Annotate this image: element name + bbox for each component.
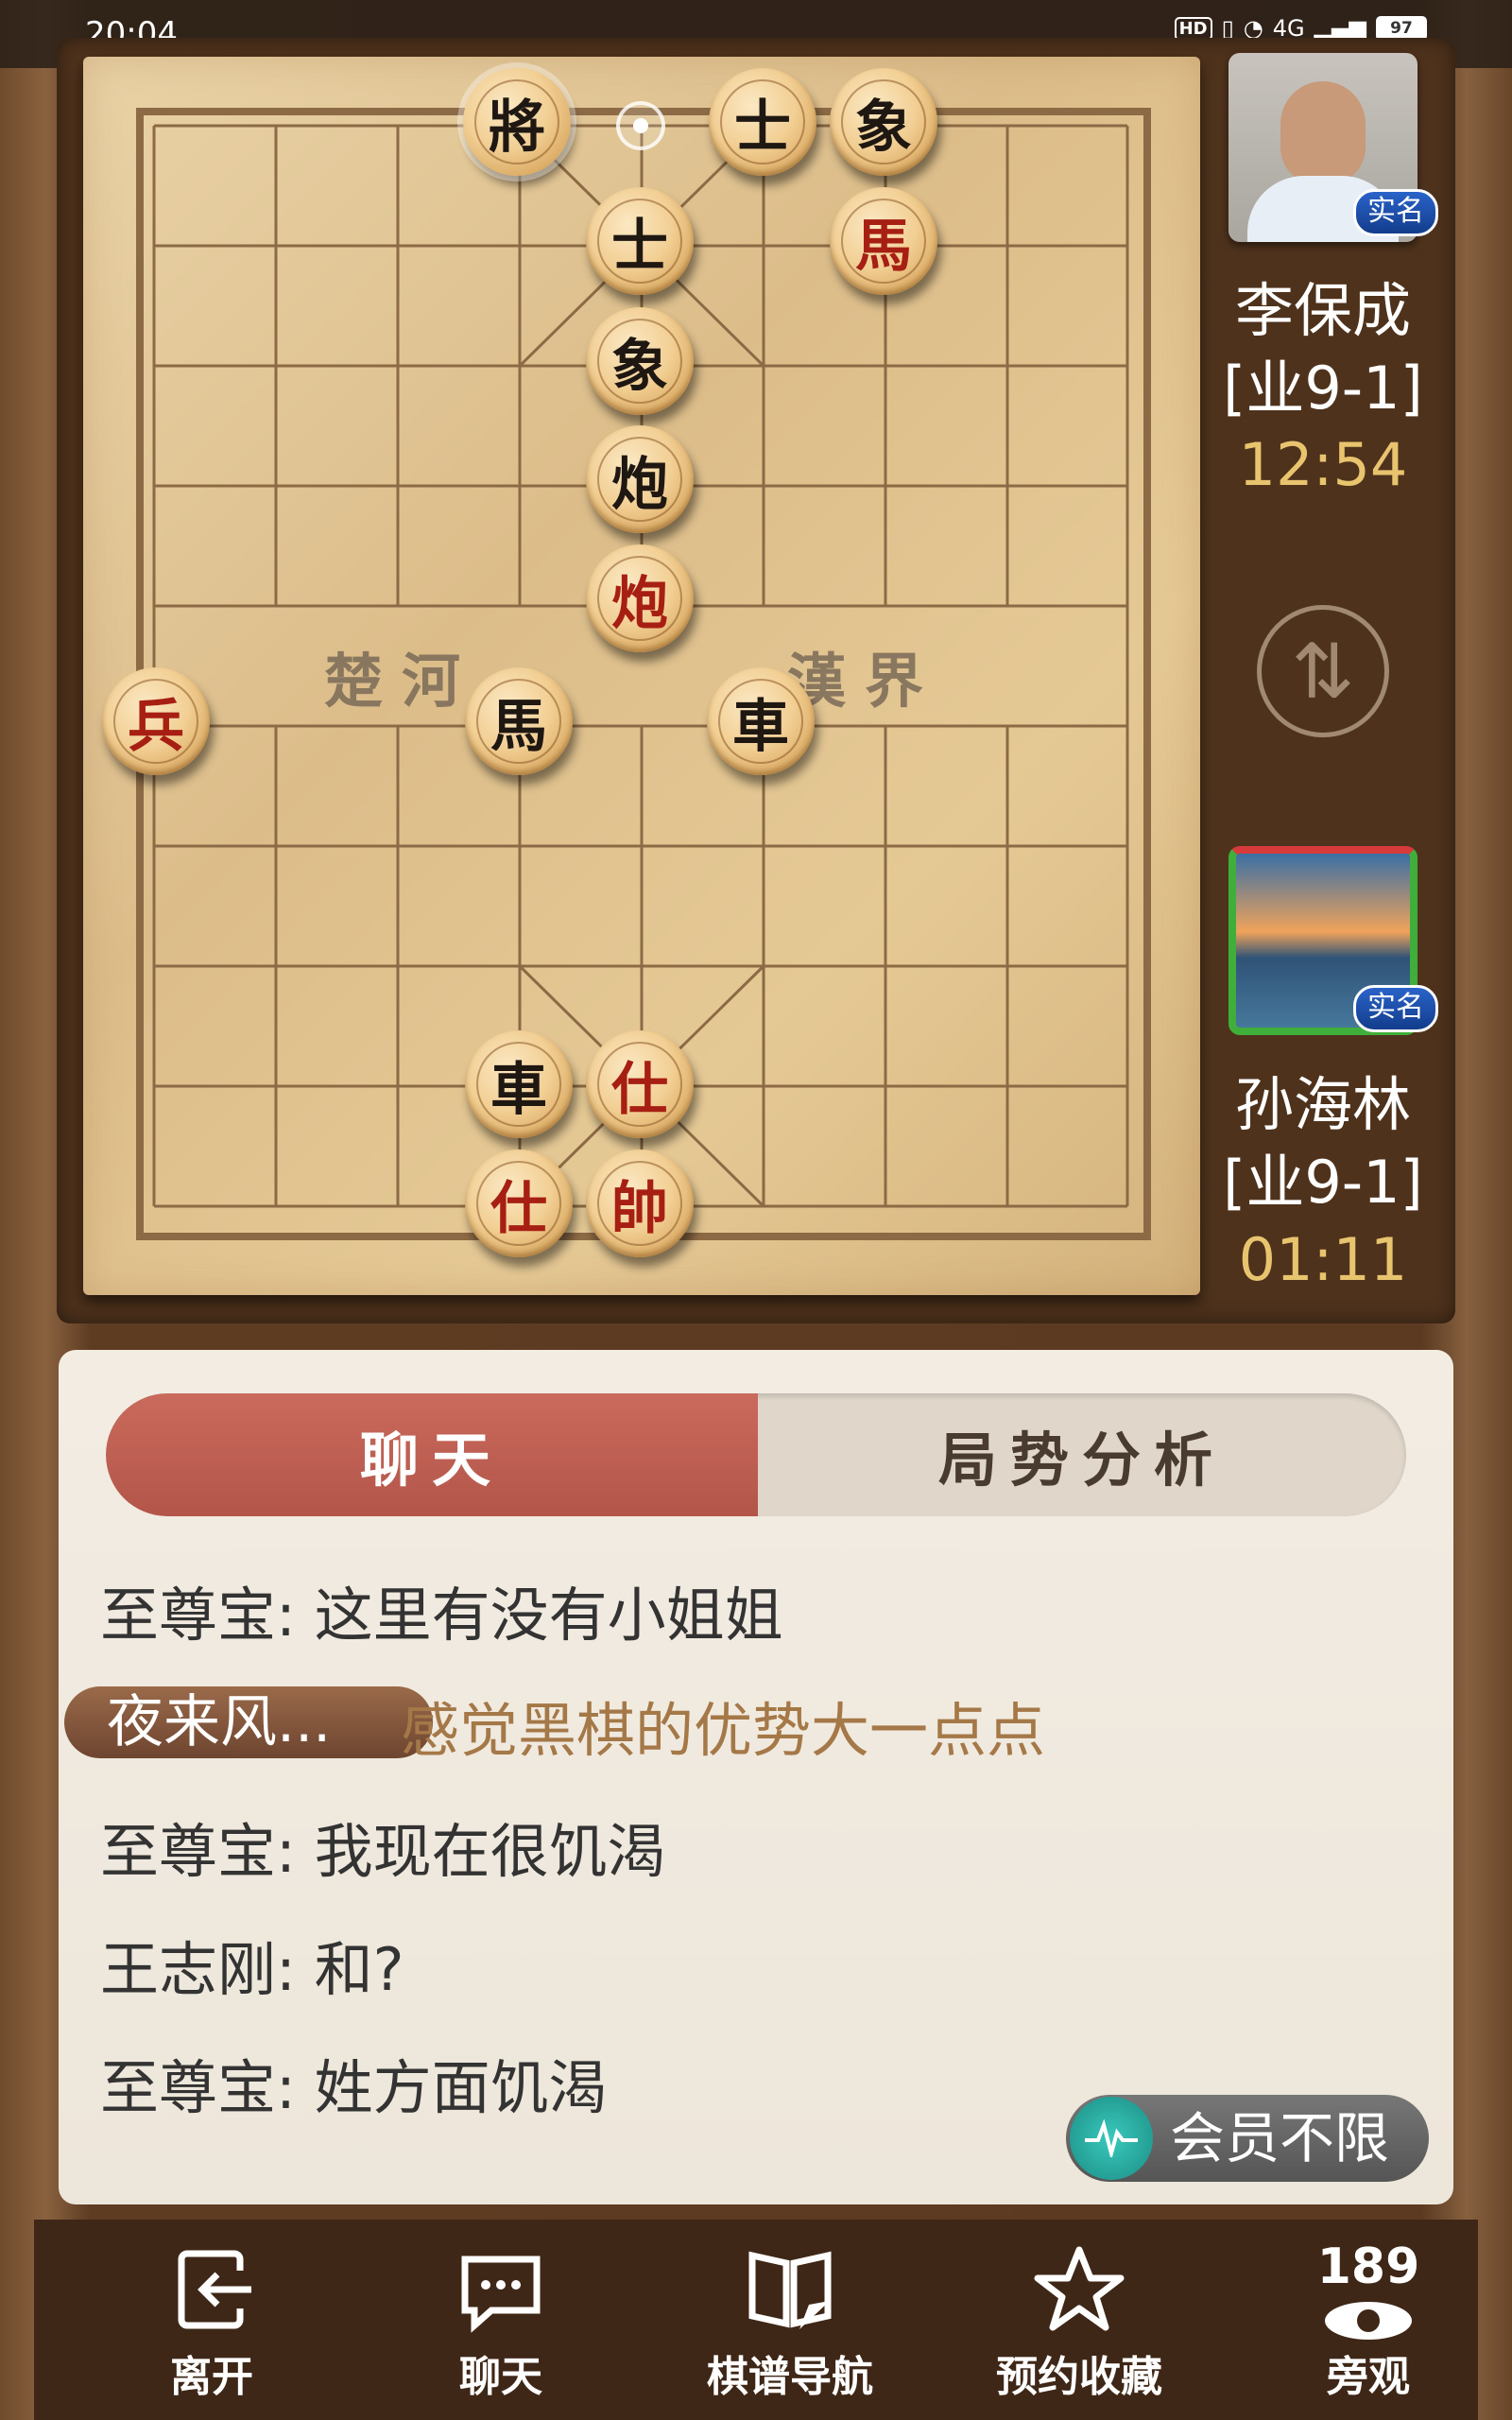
- black-elephant-piece-top[interactable]: 象: [830, 68, 937, 176]
- swap-arrows-icon: ⇅: [1291, 627, 1355, 716]
- chat-bubble-icon: [461, 2256, 541, 2333]
- book-navigation-icon: [748, 2251, 832, 2329]
- vip-label: 会员不限: [1170, 2106, 1390, 2170]
- bottom-player-name: 孙海林: [1234, 1070, 1411, 1139]
- bookmark-label: 预约收藏: [996, 2353, 1162, 2401]
- avatar-face: [1280, 81, 1366, 185]
- black-elephant-piece[interactable]: 象: [586, 307, 694, 415]
- chat-tab-bar: 聊天 局势分析: [106, 1393, 1406, 1516]
- bottom-player-clock: 01:11: [1238, 1225, 1408, 1294]
- eye-icon: [1325, 2302, 1412, 2340]
- chat-label: 聊天: [459, 2353, 542, 2401]
- chat-message: 至尊宝: 这里有没有小姐姐: [100, 1581, 783, 1650]
- record-nav-label: 棋谱导航: [707, 2353, 873, 2401]
- record-nav-button[interactable]: 棋谱导航: [667, 2220, 913, 2420]
- black-general-piece[interactable]: 將: [463, 68, 571, 176]
- bottom-player-verified-badge: 实名: [1353, 985, 1438, 1032]
- red-advisor-piece-left[interactable]: 仕: [465, 1150, 573, 1257]
- move-target-marker[interactable]: [616, 101, 665, 150]
- top-player-clock: 12:54: [1238, 430, 1408, 499]
- red-advisor-piece-right[interactable]: 仕: [586, 1030, 694, 1138]
- spectate-button[interactable]: 189 旁观: [1246, 2220, 1491, 2420]
- red-general-piece[interactable]: 帥: [586, 1150, 694, 1257]
- red-horse-piece-top[interactable]: 馬: [830, 187, 937, 295]
- pulse-icon: [1070, 2097, 1153, 2180]
- spectator-count: 189: [1316, 2238, 1420, 2295]
- tab-analysis[interactable]: 局势分析: [758, 1393, 1406, 1516]
- spectate-label: 旁观: [1327, 2353, 1410, 2401]
- chat-message: 至尊宝: 姓方面饥渴: [100, 2053, 608, 2122]
- chat-button[interactable]: 聊天: [378, 2220, 624, 2420]
- leave-button[interactable]: 离开: [89, 2220, 335, 2420]
- leave-label: 离开: [170, 2353, 253, 2401]
- swap-sides-button[interactable]: ⇅: [1257, 605, 1389, 737]
- top-player-name: 李保成: [1234, 276, 1411, 345]
- black-chariot-piece-bottom[interactable]: 車: [465, 1030, 573, 1138]
- red-soldier-piece[interactable]: 兵: [102, 667, 210, 775]
- chat-user-tag[interactable]: 夜来风...: [64, 1686, 433, 1758]
- bookmark-button[interactable]: 预约收藏: [956, 2220, 1202, 2420]
- bottom-nav: 离开 聊天 棋谱导航 预约收藏 189 旁观: [34, 2220, 1478, 2420]
- black-horse-piece[interactable]: 馬: [465, 667, 573, 775]
- black-advisor-piece[interactable]: 士: [586, 187, 694, 295]
- top-player-rank: [业9-1]: [1223, 354, 1423, 423]
- hd-icon: HD: [1174, 16, 1212, 41]
- exit-icon: [178, 2250, 251, 2329]
- black-chariot-piece[interactable]: 車: [707, 667, 815, 775]
- river-label-chu: 楚河: [324, 647, 480, 716]
- chat-message: 王志刚: 和?: [100, 1935, 404, 2004]
- chat-highlight-message: 感觉黑棋的优势大一点点: [401, 1696, 1046, 1765]
- star-icon: [1034, 2246, 1125, 2331]
- vip-badge[interactable]: 会员不限: [1066, 2095, 1429, 2182]
- tab-chat[interactable]: 聊天: [106, 1393, 758, 1516]
- bottom-player-rank: [业9-1]: [1223, 1148, 1423, 1217]
- black-cannon-piece[interactable]: 炮: [586, 425, 694, 533]
- chat-message: 至尊宝: 我现在很饥渴: [100, 1817, 666, 1886]
- black-advisor-piece-top[interactable]: 士: [709, 68, 816, 176]
- red-cannon-piece[interactable]: 炮: [586, 544, 694, 652]
- top-player-verified-badge: 实名: [1353, 189, 1438, 236]
